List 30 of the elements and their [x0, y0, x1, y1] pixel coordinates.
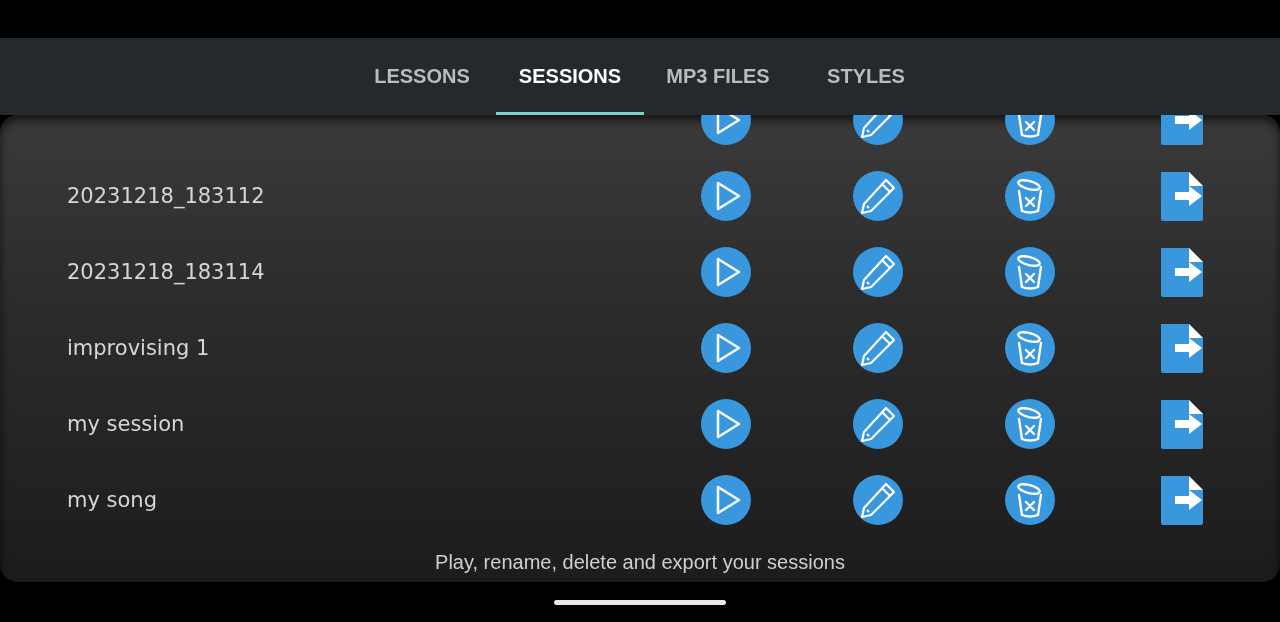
pencil-button[interactable]	[853, 247, 903, 297]
export-button[interactable]	[1159, 474, 1205, 526]
tab[interactable]: LESSONS	[348, 38, 496, 115]
play-button[interactable]	[701, 323, 751, 373]
hint-text: Play, rename, delete and export your sessions	[435, 551, 845, 574]
pencil-button[interactable]	[853, 323, 903, 373]
tab[interactable]: MP3 FILES	[644, 38, 792, 115]
export-button[interactable]	[1159, 246, 1205, 298]
delete-button[interactable]	[1005, 323, 1055, 373]
play-button[interactable]	[701, 247, 751, 297]
session-name: improvising 1	[66, 336, 211, 360]
session-name: my session	[66, 412, 186, 436]
play-button[interactable]	[701, 475, 751, 525]
session-name: 20231218_183112	[66, 184, 266, 208]
export-button[interactable]	[1159, 398, 1205, 450]
export-button[interactable]	[1159, 170, 1205, 222]
pencil-button[interactable]	[853, 475, 903, 525]
delete-button[interactable]	[1005, 171, 1055, 221]
tab[interactable]: STYLES	[792, 38, 940, 115]
delete-button[interactable]	[1005, 475, 1055, 525]
delete-button[interactable]	[1005, 247, 1055, 297]
export-button[interactable]	[1159, 322, 1205, 374]
pencil-button[interactable]	[853, 399, 903, 449]
session-name: 20231218_183114	[66, 260, 266, 284]
play-button[interactable]	[701, 171, 751, 221]
play-button[interactable]	[701, 399, 751, 449]
session-name: my song	[66, 488, 158, 512]
pencil-button[interactable]	[853, 171, 903, 221]
home-indicator[interactable]	[554, 599, 726, 605]
delete-button[interactable]	[1005, 399, 1055, 449]
